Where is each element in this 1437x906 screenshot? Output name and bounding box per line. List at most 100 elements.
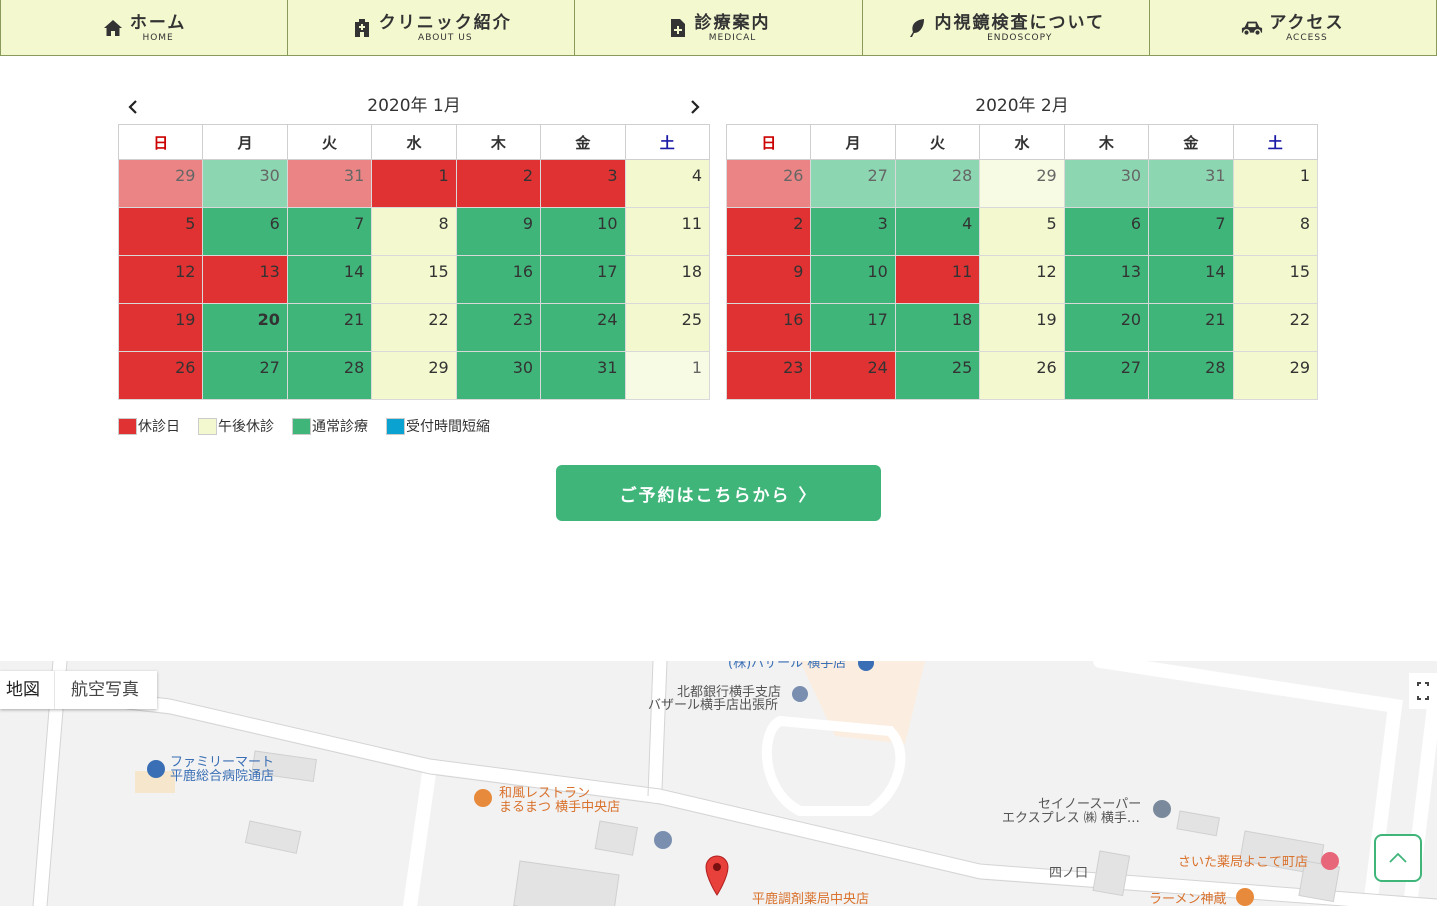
calendar-day-cell: 12 [979,255,1065,304]
calendar-day-cell: 7 [286,207,373,256]
calendar-day-cell: 1 [624,351,711,400]
calendar-header: 2020年 2月 [726,90,1318,124]
map-place-label[interactable]: セイノースーパー [1038,798,1141,812]
map-place-label[interactable]: 平鹿調剤薬局中央店 [752,893,869,906]
calendar-day-cell: 22 [371,303,457,352]
map-place-label[interactable]: (株)バザール 横手店 [728,661,846,671]
weekday-header: 金 [540,124,626,160]
calendar-day-cell: 30 [1063,159,1150,208]
fullscreen-icon[interactable] [1409,673,1437,709]
calendar-week-row: 26 27 28 29 30 31 1 [725,159,1319,208]
nav-access-label: アクセス [1269,12,1345,33]
calendar-day-cell: 26 [725,159,812,208]
map-place-label[interactable]: まるまつ 横手中央店 [499,801,620,815]
calendar-week-row: 29 30 31 1 2 3 4 [117,159,711,208]
calendar-day-cell: 6 [202,207,288,256]
calendar-day-cell: 23 [725,351,812,400]
restaurant-pin-icon[interactable] [474,789,492,807]
calendar-day-cell: 10 [810,255,896,304]
calendar-grid: 日月火水木金土 26 27 28 29 30 31 1 2 3 4 5 6 7 8 9 10 11 12 13 14 1… [725,124,1319,400]
calendar-day-cell: 15 [1232,255,1319,304]
back-to-top-button[interactable] [1374,834,1422,882]
calendar-day-cell: 17 [810,303,896,352]
calendar-day-cell: 25 [894,351,981,400]
store-pin-icon[interactable] [1153,800,1171,818]
calendar-day-cell: 4 [894,207,981,256]
reservation-button[interactable]: ご予約はこちらから 〉 [556,465,881,521]
calendar-week-row: 23 24 25 26 27 28 29 [725,351,1319,400]
calendar-day-cell: 16 [725,303,812,352]
calendar-day-cell: 26 [117,351,204,400]
nav-home-sublabel: HOME [142,32,174,43]
prev-month-chevron-icon[interactable] [122,96,144,118]
weekday-header: 月 [202,124,288,160]
calendar-day-cell: 27 [810,159,896,208]
calendar-day-cell: 22 [1232,303,1319,352]
pharmacy-pin-icon[interactable] [1321,852,1339,870]
nav-endoscopy[interactable]: 内視鏡検査について ENDOSCOPY [863,0,1150,56]
calendar-day-cell: 20 [1063,303,1150,352]
map-place-label[interactable]: さいた薬局よこて町店 [1178,856,1308,870]
nav-endoscopy-label: 内視鏡検査について [934,12,1105,33]
leaf-icon [906,17,928,39]
weekday-header: 土 [624,124,711,160]
map-tab-map[interactable]: 地図 [0,671,54,709]
nav-access-sublabel: ACCESS [1286,32,1328,43]
nav-about[interactable]: クリニック紹介 ABOUT US [288,0,576,56]
weekday-header: 水 [371,124,457,160]
calendar-day-cell: 19 [117,303,204,352]
map-tab-aerial[interactable]: 航空写真 [54,671,157,709]
calendar-week-row: 26 27 28 29 30 31 1 [117,351,711,400]
nav-access[interactable]: アクセス ACCESS [1150,0,1437,56]
nav-medical[interactable]: 診療案内 MEDICAL [575,0,863,56]
calendar-header: 2020年 1月 [118,90,710,124]
map-place-label[interactable]: 平鹿総合病院通店 [170,770,274,784]
calendar-day-cell: 31 [540,351,626,400]
calendar-day-cell: 29 [117,159,204,208]
calendar-day-cell: 29 [1232,351,1319,400]
calendar-day-cell: 9 [725,255,812,304]
store-pin-icon[interactable] [147,760,165,778]
calendar-day-cell: 7 [1148,207,1234,256]
map-place-label[interactable]: 和風レストラン [499,787,590,801]
map-type-tabs: 地図 航空写真 [0,671,157,709]
map-place-label[interactable]: ファミリーマート [170,756,274,770]
bank-pin-icon[interactable] [792,686,808,702]
calendar-day-cell: 3 [810,207,896,256]
legend-swatch [198,417,217,435]
calendar-day-cell: 11 [624,207,711,256]
legend-swatch [118,417,137,435]
calendar-day-cell: 23 [455,303,542,352]
calendar-day-cell: 19 [979,303,1065,352]
calendar-day-cell: 4 [624,159,711,208]
weekday-header: 土 [1232,124,1319,160]
calendar-day-cell: 31 [1148,159,1234,208]
embedded-map[interactable]: 地図 航空写真 (株)バザール 横手店 北都銀行横手支店 バザール横手店出張所 … [0,661,1437,906]
weekday-header: 日 [117,124,204,160]
home-icon [102,17,124,39]
nav-home[interactable]: ホーム HOME [1,0,289,56]
nav-about-sublabel: ABOUT US [418,32,473,43]
restaurant-pin-icon[interactable] [1236,888,1254,906]
map-place-label[interactable]: エクスプレス ㈱ 横手… [1002,812,1140,826]
gas-station-pin-icon[interactable] [654,831,672,849]
legend-swatch [292,417,311,435]
weekday-header: 木 [1063,124,1150,160]
legend-normal: 通常診療 [292,416,368,436]
next-month-chevron-icon[interactable] [684,96,706,118]
calendar-day-cell: 14 [1148,255,1234,304]
map-place-label[interactable]: ラーメン神蔵 [1149,893,1226,906]
calendar-day-cell: 24 [540,303,626,352]
calendar-day-cell: 14 [286,255,373,304]
calendar-day-cell: 30 [455,351,542,400]
calendar-day-cell: 11 [894,255,981,304]
nav-home-label: ホーム [129,12,187,33]
weekday-header: 火 [286,124,373,160]
calendar-day-cell: 8 [371,207,457,256]
map-place-label[interactable]: バザール横手店出張所 [648,699,778,713]
calendar-week-row: 12 13 14 15 16 17 18 [117,255,711,304]
calendar-day-cell: 5 [117,207,204,256]
calendar-day-cell: 2 [455,159,542,208]
calendar-january: 2020年 1月 日月火水木金土 29 30 31 1 2 3 4 5 6 7 8 9 10 11 12 13… [117,90,711,400]
calendar-day-cell: 1 [371,159,457,208]
